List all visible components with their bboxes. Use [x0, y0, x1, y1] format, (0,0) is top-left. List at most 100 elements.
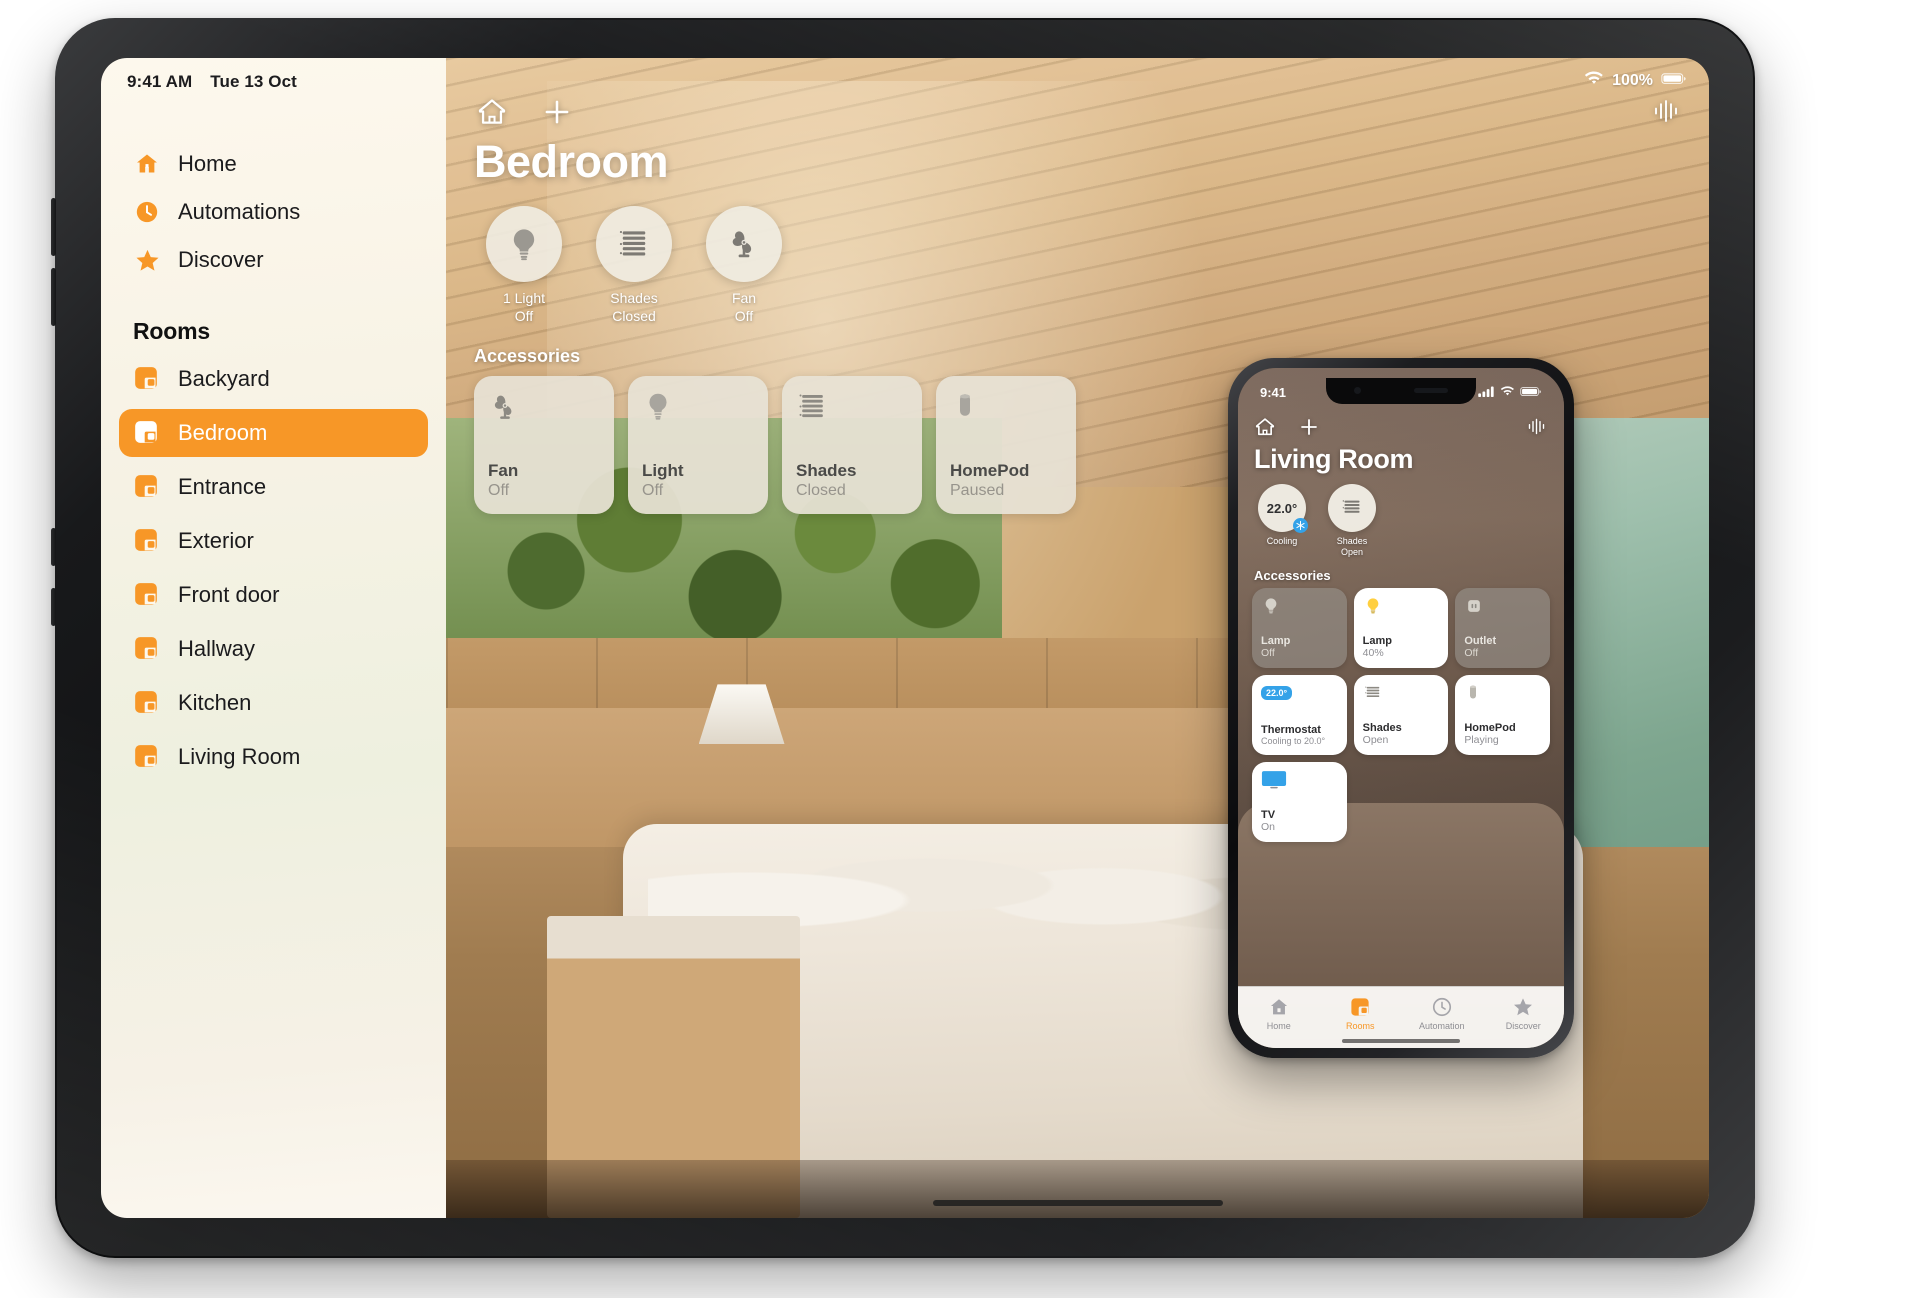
sidebar-item-automations[interactable]: Automations	[119, 188, 428, 236]
iphone-accessories-grid: Lamp Off Lamp 40% Outlet Off 22.0° Therm…	[1252, 588, 1550, 842]
accessory-card-text: Thermostat Cooling to 20.0°	[1261, 724, 1338, 747]
accessory-card-text: Shades Closed	[796, 461, 908, 500]
accessory-card-shades[interactable]: Shades Closed	[782, 376, 922, 514]
status-circle-shades[interactable]: Shades Closed	[590, 206, 678, 325]
blinds-icon	[1363, 683, 1383, 703]
room-icon	[133, 635, 161, 663]
accessory-name: Lamp	[1362, 634, 1392, 647]
accessory-card-text: Lamp 40%	[1363, 635, 1440, 660]
iphone-toolbar	[1254, 416, 1548, 438]
star-icon	[1512, 996, 1534, 1018]
clock-icon	[1431, 996, 1453, 1018]
status-date: Tue 13 Oct	[210, 72, 297, 91]
ipad-side-button[interactable]	[51, 528, 56, 566]
accessory-state: Off	[1261, 647, 1275, 660]
accessory-state: Off	[1464, 647, 1479, 660]
room-icon	[133, 473, 161, 501]
accessory-card-light[interactable]: Light Off	[628, 376, 768, 514]
clock-icon	[133, 198, 161, 226]
thermostat-badge-icon: 22.0°	[1261, 683, 1338, 701]
accessory-state: On	[1261, 821, 1276, 834]
sidebar-room-living-room[interactable]: Living Room	[119, 733, 428, 781]
room-label: Backyard	[178, 366, 270, 391]
tab-discover[interactable]: Discover	[1483, 996, 1565, 1031]
sidebar-item-discover[interactable]: Discover	[119, 236, 428, 284]
accessory-card-homepod[interactable]: HomePod Playing	[1455, 675, 1550, 755]
plus-icon[interactable]	[1298, 416, 1320, 438]
home-outline-icon[interactable]	[476, 96, 508, 128]
room-icon	[133, 365, 161, 393]
status-circle-label: Shades Closed	[590, 290, 678, 325]
sidebar-nav: Home Automations Discover	[101, 140, 446, 284]
iphone-page-title: Living Room	[1254, 444, 1414, 474]
room-icon	[133, 419, 161, 447]
sidebar-room-entrance[interactable]: Entrance	[119, 463, 428, 511]
room-icon	[133, 689, 161, 717]
room-label: Front door	[178, 582, 280, 607]
sidebar-item-home[interactable]: Home	[119, 140, 428, 188]
iphone-status-indicators	[1478, 385, 1542, 400]
accessory-name: HomePod	[950, 461, 1030, 481]
accessory-card-lamp-off[interactable]: Lamp Off	[1252, 588, 1347, 668]
home-indicator[interactable]	[932, 1200, 1223, 1206]
tab-home[interactable]: Home	[1238, 996, 1320, 1031]
sidebar-room-exterior[interactable]: Exterior	[119, 517, 428, 565]
sidebar-room-bedroom[interactable]: Bedroom	[119, 409, 428, 457]
status-circle-name: 1 Light	[502, 290, 546, 306]
sidebar-room-front-door[interactable]: Front door	[119, 571, 428, 619]
ipad-volume-up-button[interactable]	[51, 198, 56, 256]
room-label: Exterior	[178, 528, 254, 553]
accessory-name: Shades	[1362, 721, 1402, 734]
accessory-card-text: TV On	[1261, 809, 1338, 834]
status-circle-state: Open	[1340, 546, 1364, 557]
siri-waveform-icon[interactable]	[1651, 96, 1683, 128]
accessories-grid: Fan Off Light Off Shades Closed HomePod …	[474, 376, 1076, 514]
iphone-device: 9:41 Living Room 22.0° Cooling Shades Op…	[1228, 358, 1574, 1058]
accessory-name: Light	[642, 461, 684, 481]
tab-label: Discover	[1505, 1021, 1541, 1031]
status-circle-thermostat[interactable]: 22.0° Cooling	[1254, 484, 1310, 558]
wifi-icon	[1500, 385, 1515, 400]
status-circle-label: Cooling	[1254, 536, 1310, 547]
lightbulb-icon	[1261, 596, 1281, 616]
accessory-card-outlet[interactable]: Outlet Off	[1455, 588, 1550, 668]
tab-automation[interactable]: Automation	[1401, 996, 1483, 1031]
status-circle-light[interactable]: 1 Light Off	[480, 206, 568, 325]
iphone-home-indicator[interactable]	[1342, 1039, 1460, 1043]
iphone-status-time: 9:41	[1260, 384, 1287, 400]
ipad-side-button-2[interactable]	[51, 588, 56, 626]
room-label: Hallway	[178, 636, 256, 661]
status-circle-shades[interactable]: Shades Open	[1324, 484, 1380, 558]
blinds-icon	[596, 206, 672, 282]
status-circle-state: Closed	[612, 307, 656, 324]
tab-rooms[interactable]: Rooms	[1320, 996, 1402, 1031]
sidebar-item-label: Automations	[178, 199, 301, 224]
ipad-volume-down-button[interactable]	[51, 268, 56, 326]
accessory-card-homepod[interactable]: HomePod Paused	[936, 376, 1076, 514]
iphone-status-bar: 9:41	[1238, 380, 1564, 404]
home-outline-icon[interactable]	[1254, 416, 1276, 438]
accessory-card-shades[interactable]: Shades Open	[1353, 675, 1449, 755]
status-circle-fan[interactable]: Fan Off	[700, 206, 788, 325]
sidebar-room-backyard[interactable]: Backyard	[119, 355, 428, 403]
siri-waveform-icon[interactable]	[1526, 416, 1548, 438]
accessory-card-lamp-on[interactable]: Lamp 40%	[1353, 588, 1449, 668]
thermostat-icon: 22.0°	[1258, 484, 1308, 533]
sidebar-room-hallway[interactable]: Hallway	[119, 625, 428, 673]
accessory-name: Outlet	[1464, 634, 1497, 647]
tab-label: Home	[1266, 1021, 1291, 1031]
accessory-state: Off	[488, 481, 510, 499]
accessory-card-fan[interactable]: Fan Off	[474, 376, 614, 514]
blinds-icon	[796, 390, 830, 424]
sidebar-room-kitchen[interactable]: Kitchen	[119, 679, 428, 727]
room-label: Living Room	[178, 744, 301, 769]
status-circle-state: Off	[734, 307, 754, 324]
outlet-icon	[1464, 596, 1484, 616]
lightbulb-icon	[642, 390, 676, 424]
room-icon	[133, 527, 161, 555]
accessory-card-thermostat[interactable]: 22.0° Thermostat Cooling to 20.0°	[1252, 675, 1347, 755]
plus-icon[interactable]	[541, 96, 573, 128]
accessory-card-tv[interactable]: TV On	[1252, 762, 1347, 842]
accessory-card-text: Outlet Off	[1464, 635, 1541, 660]
accessory-card-text: Fan Off	[488, 461, 600, 500]
